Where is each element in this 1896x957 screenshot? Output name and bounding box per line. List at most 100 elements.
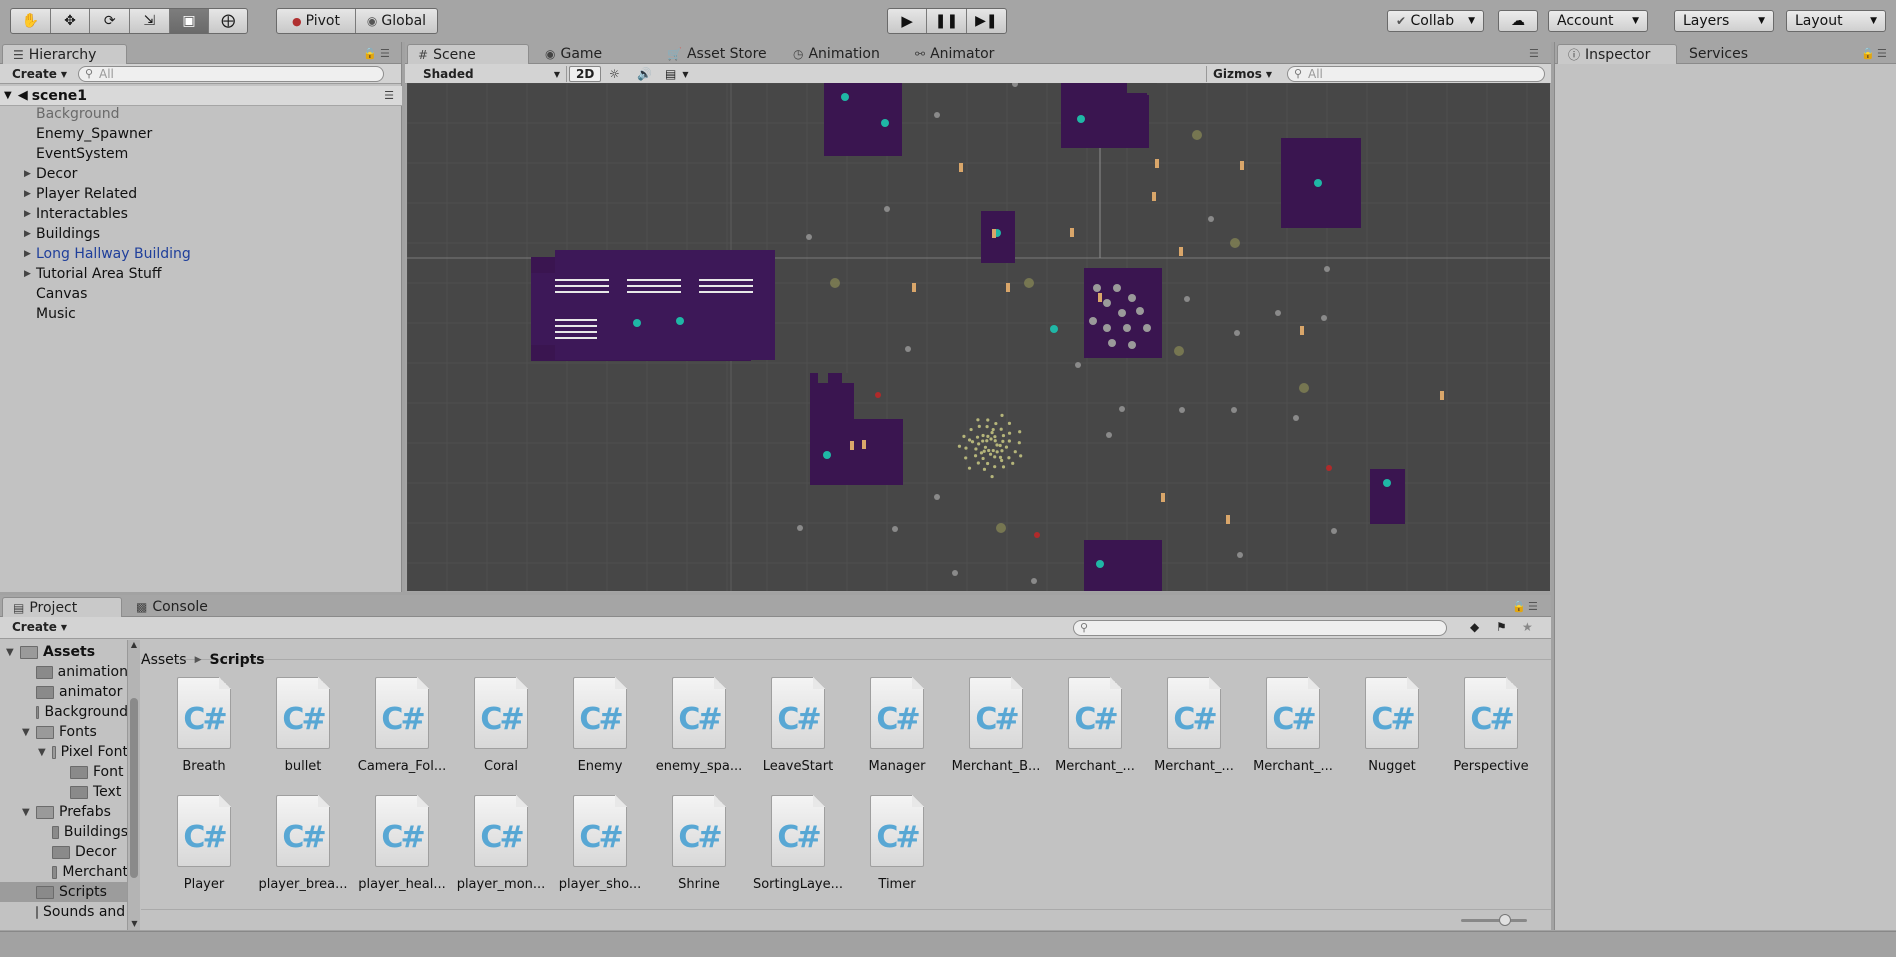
script-asset[interactable]: C# Manager <box>848 677 946 774</box>
hierarchy-item[interactable]: Background <box>36 104 120 124</box>
hierarchy-item[interactable]: Enemy_Spawner <box>36 124 152 144</box>
scroll-down-icon[interactable]: ▼ <box>128 919 141 928</box>
hand-tool-icon[interactable]: ✋ <box>11 9 51 33</box>
lock-icon[interactable]: 🔒 <box>363 47 377 60</box>
tab-console[interactable]: ▩ Console <box>126 597 218 617</box>
step-icon[interactable]: ▶❚ <box>967 9 1006 33</box>
tree-scrollbar-thumb[interactable] <box>130 698 138 878</box>
script-asset[interactable]: C# Merchant_... <box>1244 677 1342 774</box>
tab-inspector[interactable]: ⓘ Inspector <box>1557 44 1677 64</box>
expand-arrow-icon[interactable]: ▶ <box>24 189 31 199</box>
project-tree-item[interactable]: ▼ Fonts <box>0 722 127 742</box>
layers-dropdown[interactable]: Layers ▼ <box>1674 10 1774 32</box>
project-tree-item[interactable]: ▼ Pixel Font <box>0 742 127 762</box>
rotate-tool-icon[interactable]: ⟳ <box>90 9 131 33</box>
project-tree-item[interactable]: Decor <box>0 842 127 862</box>
script-asset[interactable]: C# SortingLaye... <box>749 795 847 892</box>
project-tree-item[interactable]: Font <box>0 762 127 782</box>
project-tree-item[interactable]: Buildings <box>0 822 127 842</box>
filter-label-icon[interactable]: ⚑ <box>1490 619 1513 635</box>
hierarchy-item[interactable]: ▶ Buildings <box>24 224 100 244</box>
script-asset[interactable]: C# player_brea... <box>254 795 352 892</box>
script-asset[interactable]: C# Timer <box>848 795 946 892</box>
script-asset[interactable]: C# bullet <box>254 677 352 774</box>
effects-icon[interactable]: ▤ ▼ <box>659 66 695 82</box>
script-asset[interactable]: C# Perspective <box>1442 677 1540 774</box>
tab-project[interactable]: ▤ Project <box>2 597 122 617</box>
script-asset[interactable]: C# Camera_Fol... <box>353 677 451 774</box>
scene-viewport[interactable] <box>407 83 1550 591</box>
expand-arrow-icon[interactable]: ▼ <box>22 727 30 738</box>
transform-tool-icon[interactable]: ⨁ <box>209 9 247 33</box>
expand-arrow-icon[interactable]: ▼ <box>6 647 14 658</box>
tab-animator[interactable]: ⚯ Animator <box>905 44 1004 64</box>
project-create-button[interactable]: Create ▼ <box>6 619 73 635</box>
global-button[interactable]: ◉ Global <box>356 9 437 33</box>
tab-scene[interactable]: # Scene <box>407 44 529 64</box>
hierarchy-item[interactable]: ▶ Player Related <box>24 184 137 204</box>
scene-search-input[interactable]: ⚲ All <box>1287 66 1545 82</box>
script-asset[interactable]: C# Shrine <box>650 795 748 892</box>
scene-row[interactable]: ▼ ◀ scene1 ☰ <box>0 86 402 106</box>
menu-icon[interactable]: ☰ <box>380 47 390 60</box>
script-asset[interactable]: C# Nugget <box>1343 677 1441 774</box>
script-asset[interactable]: C# player_heal... <box>353 795 451 892</box>
tab-hierarchy[interactable]: ☰ Hierarchy <box>2 44 127 64</box>
script-asset[interactable]: C# Coral <box>452 677 550 774</box>
hierarchy-item[interactable]: Music <box>36 304 76 324</box>
script-asset[interactable]: C# Enemy <box>551 677 649 774</box>
tab-animation[interactable]: ◷ Animation <box>783 44 890 64</box>
project-tree-item[interactable]: Sounds and Music <box>0 902 127 922</box>
audio-icon[interactable]: 🔊 <box>631 66 658 82</box>
breadcrumb-scripts[interactable]: Scripts <box>209 652 264 668</box>
hierarchy-item[interactable]: ▶ Tutorial Area Stuff <box>24 264 161 284</box>
scene-canvas[interactable] <box>407 83 1550 591</box>
cloud-button[interactable]: ☁ <box>1498 10 1538 32</box>
project-tree-item[interactable]: Scripts <box>0 882 127 902</box>
scale-tool-icon[interactable]: ⇲ <box>130 9 170 33</box>
script-asset[interactable]: C# enemy_spa... <box>650 677 748 774</box>
pause-icon[interactable]: ❚❚ <box>927 9 967 33</box>
hierarchy-item[interactable]: Canvas <box>36 284 87 304</box>
favorites-icon[interactable]: ★ <box>1516 619 1539 635</box>
expand-arrow-icon[interactable]: ▼ <box>22 807 30 818</box>
tab-asset-store[interactable]: 🛒 Asset Store <box>657 44 777 64</box>
expand-arrow-icon[interactable]: ▶ <box>24 229 31 239</box>
collab-dropdown[interactable]: ✔ Collab ▼ <box>1387 10 1484 32</box>
layout-dropdown[interactable]: Layout ▼ <box>1786 10 1886 32</box>
script-asset[interactable]: C# Merchant_... <box>1046 677 1144 774</box>
filter-type-icon[interactable]: ◆ <box>1464 619 1485 635</box>
pivot-button[interactable]: ● Pivot <box>277 9 357 33</box>
play-icon[interactable]: ▶ <box>888 9 928 33</box>
rect-tool-icon[interactable]: ▣ <box>169 9 210 33</box>
tab-services[interactable]: Services <box>1679 44 1758 64</box>
tree-scrollbar-track[interactable]: ▲ ▼ <box>127 640 140 930</box>
hierarchy-item[interactable]: ▶ Interactables <box>24 204 128 224</box>
tab-game[interactable]: ◉ Game <box>535 44 612 64</box>
project-tree-item[interactable]: animator <box>0 682 127 702</box>
project-tree-item[interactable]: ▼ Assets <box>0 642 127 662</box>
expand-arrow-icon[interactable]: ▶ <box>24 169 31 179</box>
menu-icon[interactable]: ☰ <box>1877 47 1887 60</box>
breadcrumb-assets[interactable]: Assets <box>141 652 187 668</box>
project-tree-item[interactable]: ▼ Prefabs <box>0 802 127 822</box>
menu-icon[interactable]: ☰ <box>1528 600 1538 613</box>
scene-menu-icon[interactable]: ☰ <box>384 89 394 102</box>
project-tree-item[interactable]: Background <box>0 702 127 722</box>
hierarchy-search-input[interactable]: ⚲ All <box>78 66 384 82</box>
menu-icon[interactable]: ☰ <box>1529 47 1539 60</box>
script-asset[interactable]: C# Merchant_... <box>1145 677 1243 774</box>
lock-icon[interactable]: 🔒 <box>1861 47 1875 60</box>
script-asset[interactable]: C# Player <box>155 795 253 892</box>
script-asset[interactable]: C# LeaveStart <box>749 677 847 774</box>
icon-size-slider-thumb[interactable] <box>1499 914 1511 926</box>
shading-dropdown[interactable]: Shaded ▼ <box>417 66 567 82</box>
script-asset[interactable]: C# Merchant_B... <box>947 677 1045 774</box>
project-tree-item[interactable]: animation <box>0 662 127 682</box>
script-asset[interactable]: C# player_sho... <box>551 795 649 892</box>
hierarchy-create-button[interactable]: Create ▼ <box>6 66 73 82</box>
gizmos-dropdown[interactable]: Gizmos ▼ <box>1206 66 1278 82</box>
expand-arrow-icon[interactable]: ▼ <box>38 747 46 758</box>
expand-arrow-icon[interactable]: ▶ <box>24 269 31 279</box>
account-dropdown[interactable]: Account ▼ <box>1548 10 1648 32</box>
